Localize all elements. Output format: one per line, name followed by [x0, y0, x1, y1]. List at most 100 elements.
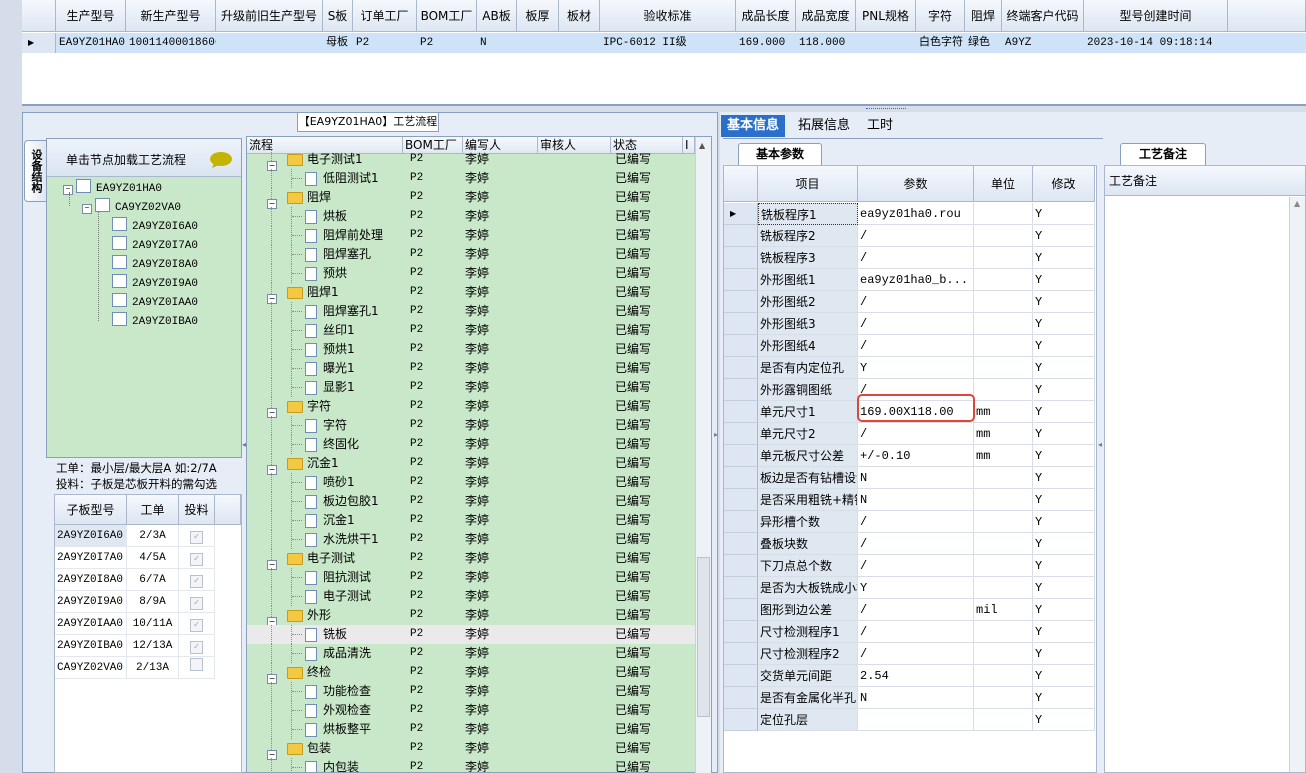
- process-row[interactable]: 终固化 P2 李婷 已编写: [247, 435, 696, 454]
- param-unit[interactable]: [974, 225, 1033, 247]
- subgrid-model[interactable]: 2A9YZ0IBA0: [55, 635, 127, 657]
- process-row[interactable]: − 电子测试 P2 李婷 已编写: [247, 549, 696, 570]
- grid-cell[interactable]: IPC-6012 II级: [600, 33, 736, 53]
- param-row[interactable]: 单元尺寸2/mm Y: [724, 423, 1096, 445]
- param-row[interactable]: 是否为大板铣成小板 Y Y: [724, 577, 1096, 599]
- param-editable[interactable]: Y: [1033, 643, 1095, 665]
- param-row[interactable]: 外形图纸4/ Y: [724, 335, 1096, 357]
- param-unit[interactable]: [974, 357, 1033, 379]
- param-value[interactable]: /: [858, 599, 974, 621]
- param-editable[interactable]: Y: [1033, 599, 1095, 621]
- param-unit[interactable]: [974, 379, 1033, 401]
- column-header[interactable]: 生产型号: [56, 0, 126, 32]
- scroll-up-icon[interactable]: ▲: [699, 141, 705, 150]
- tab-basic-info[interactable]: 基本信息: [721, 115, 786, 137]
- param-value[interactable]: /: [858, 313, 974, 335]
- process-row[interactable]: − 沉金1 P2 李婷 已编写: [247, 454, 696, 475]
- tab-process-notes[interactable]: 工艺备注: [1120, 143, 1206, 165]
- column-header[interactable]: 升级前旧生产型号: [216, 0, 323, 32]
- subgrid-model[interactable]: 2A9YZ0I7A0: [55, 547, 127, 569]
- param-value[interactable]: N: [858, 467, 974, 489]
- column-header[interactable]: 订单工厂: [353, 0, 417, 32]
- feed-checkbox[interactable]: ✓: [190, 575, 203, 588]
- process-row[interactable]: 字符 P2 李婷 已编写: [247, 416, 696, 435]
- subgrid-order[interactable]: 8/9A: [127, 591, 179, 613]
- grid-cell[interactable]: 118.000: [796, 33, 856, 53]
- param-editable[interactable]: Y: [1033, 621, 1095, 643]
- param-row[interactable]: 尺寸检测程序2/ Y: [724, 643, 1096, 665]
- tree-node-leaf[interactable]: 2A9YZ0I7A0: [112, 236, 198, 254]
- process-row[interactable]: 显影1 P2 李婷 已编写: [247, 378, 696, 397]
- grid-cell[interactable]: 10011400018606: [126, 33, 221, 53]
- param-editable[interactable]: Y: [1033, 555, 1095, 577]
- param-editable[interactable]: Y: [1033, 577, 1095, 599]
- subgrid-model[interactable]: 2A9YZ0I8A0: [55, 569, 127, 591]
- process-row[interactable]: 曝光1 P2 李婷 已编写: [247, 359, 696, 378]
- param-value[interactable]: /: [858, 621, 974, 643]
- param-unit[interactable]: [974, 203, 1033, 225]
- tab-extended-info[interactable]: 拓展信息: [792, 115, 856, 137]
- subgrid-order[interactable]: 6/7A: [127, 569, 179, 591]
- tree-node-leaf[interactable]: 2A9YZ0IBA0: [112, 312, 198, 330]
- process-row[interactable]: 外观检查 P2 李婷 已编写: [247, 701, 696, 720]
- tree-node-child[interactable]: − CA9YZ02VA0: [82, 198, 181, 216]
- process-row[interactable]: 内包装 P2 李婷 已编写: [247, 758, 696, 772]
- param-value[interactable]: Y: [858, 357, 974, 379]
- grid-cell[interactable]: 母板: [323, 33, 353, 53]
- param-row[interactable]: 图形到边公差 / mil Y: [724, 599, 1096, 621]
- tab-basic-params[interactable]: 基本参数: [738, 143, 822, 165]
- param-value[interactable]: /: [858, 335, 974, 357]
- param-editable[interactable]: Y: [1033, 445, 1095, 467]
- subgrid-order[interactable]: 4/5A: [127, 547, 179, 569]
- process-row[interactable]: 烘板整平 P2 李婷 已编写: [247, 720, 696, 739]
- param-value[interactable]: /: [858, 643, 974, 665]
- grid-cell[interactable]: A9YZ: [1002, 33, 1084, 53]
- param-editable[interactable]: Y: [1033, 379, 1095, 401]
- param-unit[interactable]: mm: [974, 423, 1033, 445]
- grid-cell[interactable]: P2: [353, 33, 417, 53]
- process-scrollbar[interactable]: ▲: [695, 137, 711, 773]
- subgrid-header[interactable]: 工单: [127, 495, 179, 525]
- process-row[interactable]: 喷砂1 P2 李婷 已编写: [247, 473, 696, 492]
- feed-checkbox[interactable]: ✓: [190, 641, 203, 654]
- process-row[interactable]: 阻焊前处理 P2 李婷 已编写: [247, 226, 696, 245]
- param-row[interactable]: 下刀点总个数 / Y: [724, 555, 1096, 577]
- param-header[interactable]: 单位: [974, 166, 1033, 202]
- param-row[interactable]: 单元板尺寸公差 +/-0.10 mm Y: [724, 445, 1096, 467]
- feed-checkbox[interactable]: ✓: [190, 531, 203, 544]
- process-row[interactable]: − 阻焊1 P2 李婷 已编写: [247, 283, 696, 304]
- param-unit[interactable]: [974, 489, 1033, 511]
- param-value[interactable]: ea9yz01ha0.rou: [858, 203, 974, 225]
- param-value[interactable]: /: [858, 533, 974, 555]
- column-header[interactable]: BOM工厂: [417, 0, 477, 32]
- param-editable[interactable]: Y: [1033, 467, 1095, 489]
- param-value[interactable]: N: [858, 489, 974, 511]
- process-row[interactable]: − 字符 P2 李婷 已编写: [247, 397, 696, 418]
- param-unit[interactable]: [974, 313, 1033, 335]
- param-value[interactable]: [858, 709, 974, 731]
- process-row[interactable]: − 阻焊 P2 李婷 已编写: [247, 188, 696, 209]
- param-value[interactable]: /: [858, 225, 974, 247]
- param-row[interactable]: ▶ 铣板程序1 ea9yz01ha0.rou Y: [724, 203, 1096, 225]
- param-row[interactable]: 是否有内定位孔 Y Y: [724, 357, 1096, 379]
- column-header[interactable]: PNL规格: [856, 0, 916, 32]
- param-editable[interactable]: Y: [1033, 247, 1095, 269]
- param-unit[interactable]: [974, 643, 1033, 665]
- param-unit[interactable]: [974, 335, 1033, 357]
- column-header[interactable]: 字符: [916, 0, 965, 32]
- param-unit[interactable]: [974, 533, 1033, 555]
- param-value[interactable]: +/-0.10: [858, 445, 974, 467]
- process-row[interactable]: 阻焊塞孔1 P2 李婷 已编写: [247, 302, 696, 321]
- tree-node-leaf[interactable]: 2A9YZ0I8A0: [112, 255, 198, 273]
- param-editable[interactable]: Y: [1033, 665, 1095, 687]
- param-unit[interactable]: [974, 665, 1033, 687]
- grid-cell[interactable]: [216, 33, 323, 53]
- tree-node-leaf[interactable]: 2A9YZ0IAA0: [112, 293, 198, 311]
- param-editable[interactable]: Y: [1033, 401, 1095, 423]
- param-unit[interactable]: [974, 467, 1033, 489]
- param-row[interactable]: 是否有金属化半孔 N Y: [724, 687, 1096, 709]
- process-row[interactable]: 铣板 P2 李婷 已编写: [247, 625, 696, 644]
- param-editable[interactable]: Y: [1033, 533, 1095, 555]
- column-header[interactable]: AB板: [477, 0, 517, 32]
- tab-equipment-structure[interactable]: 设备结构: [24, 140, 46, 202]
